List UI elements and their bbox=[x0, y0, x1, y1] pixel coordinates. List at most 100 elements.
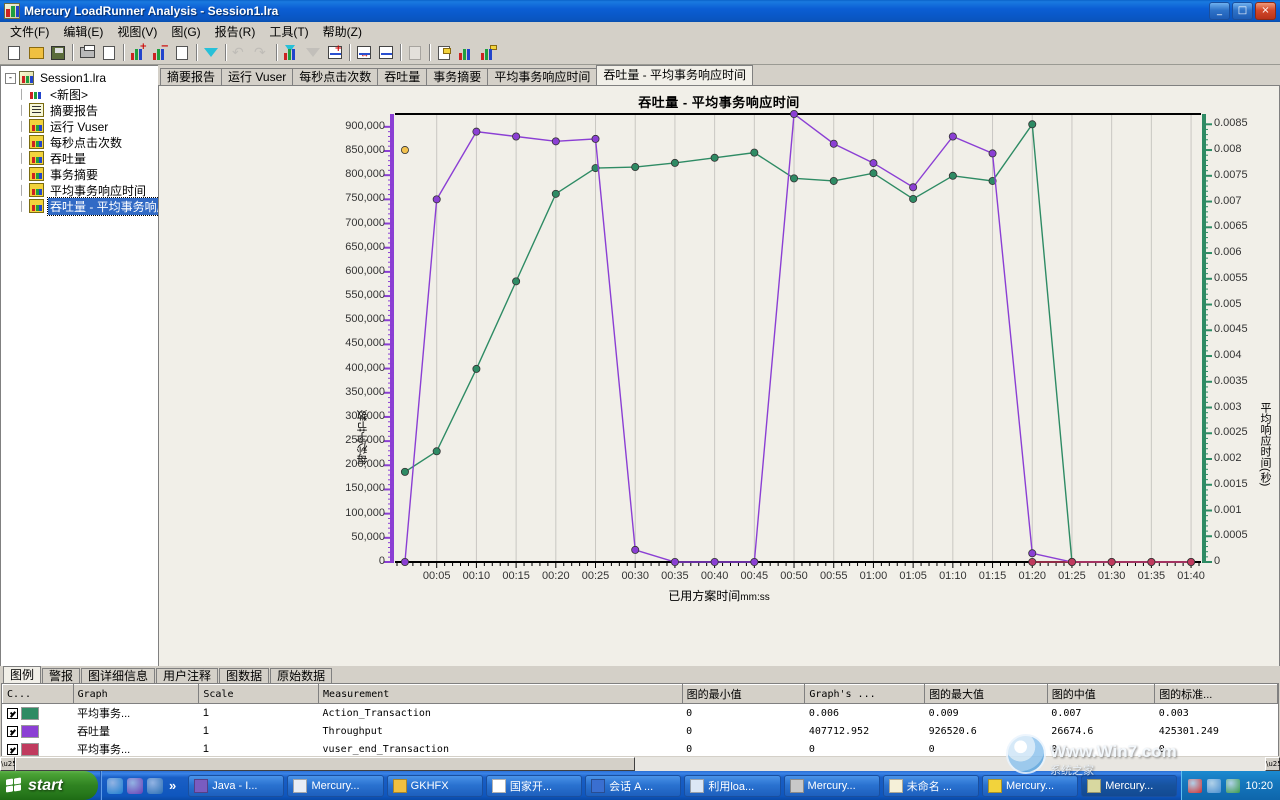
graph-tab-4[interactable]: 事务摘要 bbox=[426, 68, 488, 85]
legend-col-7[interactable]: 图的中值 bbox=[1047, 685, 1154, 704]
legend-col-1[interactable]: Graph bbox=[73, 685, 199, 704]
legend-horizontal-scrollbar[interactable]: \u25c4 \u25ba bbox=[0, 756, 1280, 771]
data-point[interactable] bbox=[949, 172, 956, 179]
data-point[interactable] bbox=[1148, 558, 1155, 565]
set-filter-button[interactable] bbox=[200, 42, 222, 63]
add-graph-button[interactable]: + bbox=[127, 42, 149, 63]
maximize-button[interactable]: □ bbox=[1232, 2, 1253, 20]
legend-col-8[interactable]: 图的标准... bbox=[1155, 685, 1278, 704]
data-point[interactable] bbox=[401, 468, 408, 475]
bottom-tab-1[interactable]: 警报 bbox=[42, 668, 80, 683]
data-point[interactable] bbox=[1029, 550, 1036, 557]
taskbar-task-3[interactable]: 国家开... bbox=[486, 775, 582, 797]
data-point[interactable] bbox=[790, 110, 797, 117]
data-point[interactable] bbox=[910, 195, 917, 202]
data-point[interactable] bbox=[949, 133, 956, 140]
granularity-button[interactable]: + bbox=[324, 42, 346, 63]
legend-checkbox[interactable] bbox=[7, 708, 18, 719]
network-icon[interactable] bbox=[1207, 779, 1221, 793]
graph-tab-5[interactable]: 平均事务响应时间 bbox=[487, 68, 597, 85]
remove-graph-button[interactable]: − bbox=[149, 42, 171, 63]
save-button[interactable] bbox=[47, 42, 69, 63]
data-point[interactable] bbox=[513, 133, 520, 140]
data-point[interactable] bbox=[830, 140, 837, 147]
taskbar-task-5[interactable]: 利用loa... bbox=[684, 775, 780, 797]
session-tree[interactable]: -Session1.lra│<新图>│摘要报告│运行 Vuser│每秒点击次数│… bbox=[1, 66, 158, 679]
data-point[interactable] bbox=[1029, 121, 1036, 128]
legend-color-cell[interactable] bbox=[3, 704, 74, 723]
filter-graph-button[interactable] bbox=[280, 42, 302, 63]
tree-item-0[interactable]: │<新图> bbox=[5, 86, 158, 102]
data-point[interactable] bbox=[1187, 558, 1194, 565]
print-button[interactable] bbox=[76, 42, 98, 63]
plot-host[interactable]: 每秒字节数 平均响应时间(秒) 已用方案时间mm:ss 050,000100,0… bbox=[159, 110, 1279, 679]
data-point[interactable] bbox=[401, 146, 408, 153]
data-point[interactable] bbox=[632, 163, 639, 170]
tree-item-2[interactable]: │运行 Vuser bbox=[5, 118, 158, 134]
tree-root-session[interactable]: -Session1.lra bbox=[5, 70, 158, 86]
data-point[interactable] bbox=[870, 170, 877, 177]
bottom-tab-5[interactable]: 原始数据 bbox=[270, 668, 332, 683]
legend-row[interactable]: 平均事务...1Action_Transaction00.0060.0090.0… bbox=[3, 704, 1278, 723]
globe-icon[interactable] bbox=[147, 778, 163, 794]
taskbar-clock[interactable]: 10:20 bbox=[1245, 780, 1273, 792]
menu-file[interactable]: 文件(F) bbox=[3, 21, 56, 42]
data-point[interactable] bbox=[989, 150, 996, 157]
data-point[interactable] bbox=[433, 448, 440, 455]
legend-checkbox[interactable] bbox=[7, 744, 18, 755]
data-point[interactable] bbox=[751, 149, 758, 156]
tree-expander[interactable]: - bbox=[5, 73, 16, 84]
taskbar-task-6[interactable]: Mercury... bbox=[784, 775, 880, 797]
legend-scroll-track[interactable] bbox=[15, 757, 1265, 771]
data-point[interactable] bbox=[910, 184, 917, 191]
menu-report[interactable]: 报告(R) bbox=[208, 21, 263, 42]
media-player-icon[interactable] bbox=[127, 778, 143, 794]
menu-view[interactable]: 视图(V) bbox=[110, 21, 164, 42]
tree-item-4[interactable]: │吞吐量 bbox=[5, 150, 158, 166]
legend-col-4[interactable]: 图的最小值 bbox=[682, 685, 805, 704]
data-point[interactable] bbox=[830, 177, 837, 184]
speaker-icon[interactable] bbox=[1226, 779, 1240, 793]
data-point[interactable] bbox=[401, 558, 408, 565]
taskbar-task-7[interactable]: 未命名 ... bbox=[883, 775, 979, 797]
menu-edit[interactable]: 编辑(E) bbox=[56, 21, 110, 42]
data-point[interactable] bbox=[790, 175, 797, 182]
taskbar-task-2[interactable]: GKHFX bbox=[387, 775, 483, 797]
data-point[interactable] bbox=[632, 546, 639, 553]
legend-scroll-thumb[interactable] bbox=[15, 757, 635, 771]
tree-item-3[interactable]: │每秒点击次数 bbox=[5, 134, 158, 150]
merge-graphs-button[interactable] bbox=[375, 42, 397, 63]
tree-item-5[interactable]: │事务摘要 bbox=[5, 166, 158, 182]
data-point[interactable] bbox=[1068, 558, 1075, 565]
graph-tab-1[interactable]: 运行 Vuser bbox=[221, 68, 293, 85]
data-point[interactable] bbox=[592, 135, 599, 142]
data-point[interactable] bbox=[473, 128, 480, 135]
bottom-tab-0[interactable]: 图例 bbox=[3, 666, 41, 683]
menu-help[interactable]: 帮助(Z) bbox=[316, 21, 369, 42]
legend-checkbox[interactable] bbox=[7, 726, 18, 737]
legend-col-6[interactable]: 图的最大值 bbox=[925, 685, 1048, 704]
chart-area[interactable]: 吞吐量 - 平均事务响应时间 每秒字节数 平均响应时间(秒) 已用方案时间mm:… bbox=[158, 85, 1280, 680]
minimize-button[interactable]: _ bbox=[1209, 2, 1230, 20]
data-point[interactable] bbox=[671, 558, 678, 565]
graph-tab-6[interactable]: 吞吐量 - 平均事务响应时间 bbox=[596, 65, 753, 85]
taskbar-task-8[interactable]: Mercury... bbox=[982, 775, 1078, 797]
start-button[interactable]: start bbox=[0, 771, 98, 800]
tree-item-1[interactable]: │摘要报告 bbox=[5, 102, 158, 118]
data-point[interactable] bbox=[473, 365, 480, 372]
menu-tools[interactable]: 工具(T) bbox=[262, 21, 315, 42]
data-point[interactable] bbox=[1108, 558, 1115, 565]
legend-col-0[interactable]: C... bbox=[3, 685, 74, 704]
taskbar-task-4[interactable]: 会话 A ... bbox=[585, 775, 681, 797]
chevron-more-icon[interactable]: » bbox=[167, 778, 178, 793]
legend-scroll-left-arrow[interactable]: \u25c4 bbox=[0, 757, 15, 771]
close-button[interactable]: × bbox=[1255, 2, 1276, 20]
new-session-button[interactable] bbox=[3, 42, 25, 63]
bottom-tab-2[interactable]: 图详细信息 bbox=[81, 668, 155, 683]
graph-tab-0[interactable]: 摘要报告 bbox=[160, 68, 222, 85]
data-point[interactable] bbox=[552, 190, 559, 197]
taskbar-task-list[interactable]: Java - I...Mercury...GKHFX国家开...会话 A ...… bbox=[184, 775, 1181, 797]
bottom-tab-3[interactable]: 用户注释 bbox=[156, 668, 218, 683]
taskbar-task-9[interactable]: Mercury... bbox=[1081, 775, 1177, 797]
data-point[interactable] bbox=[711, 558, 718, 565]
